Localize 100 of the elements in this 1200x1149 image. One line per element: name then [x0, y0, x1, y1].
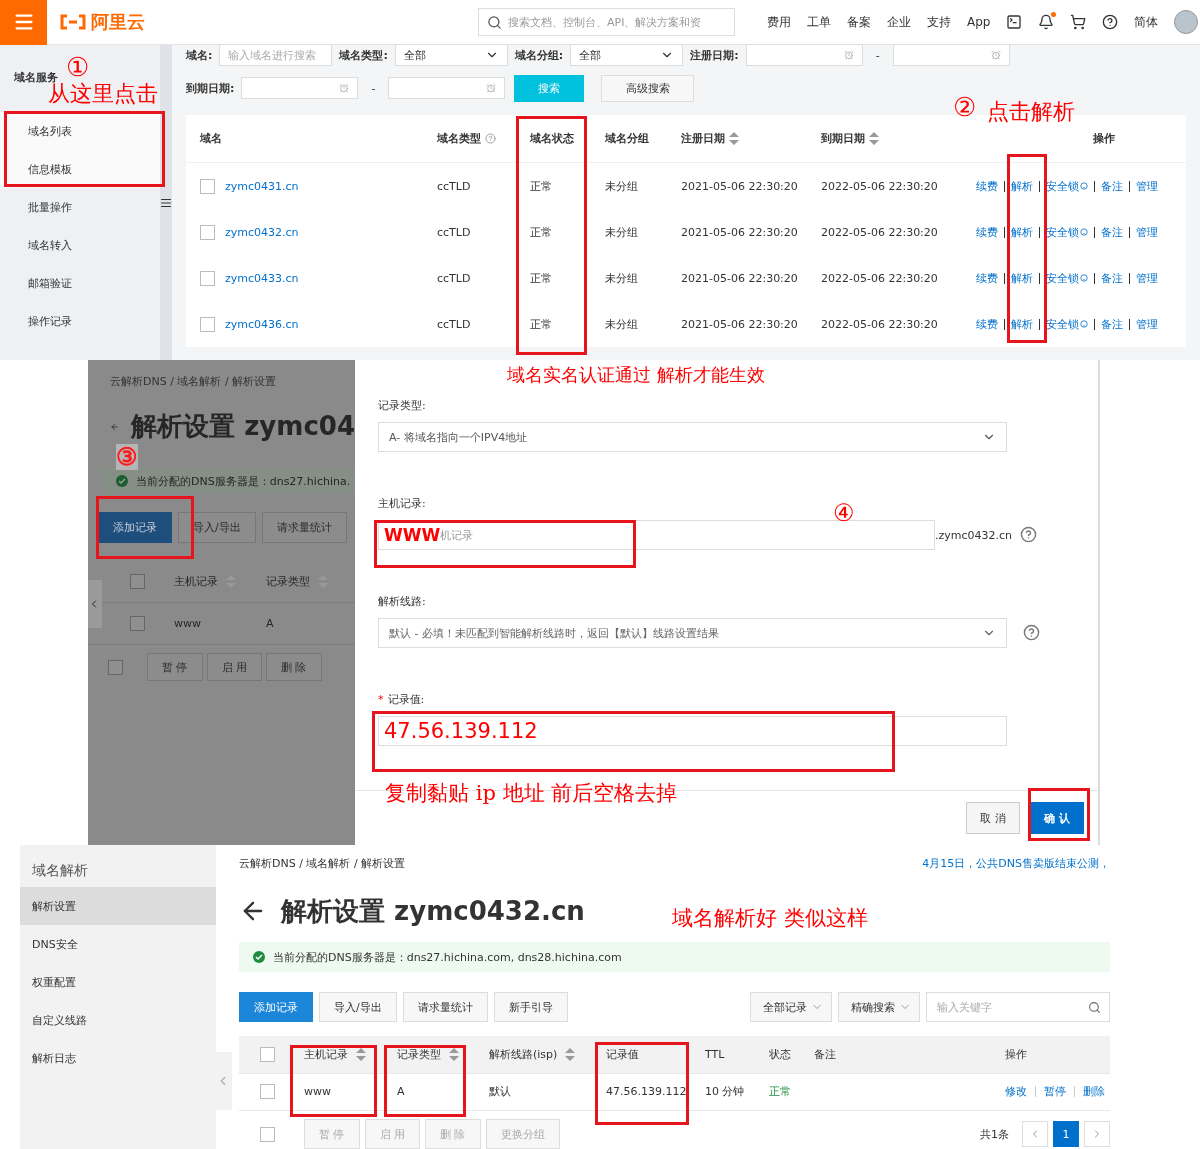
domain-link[interactable]: zymc0433.cn — [225, 271, 437, 285]
menu-button[interactable] — [0, 0, 47, 45]
checkbox[interactable] — [130, 574, 145, 589]
checkbox[interactable] — [200, 224, 215, 240]
line-select[interactable]: 默认 - 必填！未匹配到智能解析线路时，返回【默认】线路设置结果 — [378, 618, 1007, 648]
action-link[interactable]: 管理 — [1129, 272, 1164, 284]
toolbar-button[interactable]: 添加记录 — [239, 992, 313, 1023]
action-link[interactable]: 解析 — [1004, 180, 1039, 192]
bell-icon[interactable] — [1038, 14, 1055, 30]
nav-link[interactable]: 支持 — [927, 13, 951, 31]
table-cell-text: 正常 — [530, 224, 553, 240]
nav-link[interactable]: 备案 — [847, 13, 871, 31]
action-link[interactable]: 解析 — [1004, 318, 1039, 330]
sidebar-item[interactable]: 操作记录 — [0, 302, 160, 340]
action-link[interactable]: 安全锁 — [1039, 226, 1094, 238]
toolbar-button[interactable]: 添加记录 — [98, 512, 172, 543]
avatar[interactable] — [1174, 10, 1199, 34]
action-link[interactable]: 管理 — [1129, 226, 1164, 238]
action-link[interactable]: 备注 — [1094, 226, 1129, 238]
checkbox[interactable] — [260, 1126, 275, 1142]
collapse-handle-icon[interactable] — [160, 196, 172, 209]
sidebar-item[interactable]: 邮箱验证 — [0, 264, 160, 302]
type-select[interactable]: 全部 — [394, 44, 508, 66]
toolbar-button[interactable]: 请求量统计 — [402, 992, 488, 1023]
toolbar-button[interactable]: 请求量统计 — [261, 512, 347, 543]
bulk-button[interactable]: 启 用 — [206, 653, 262, 681]
nav-link[interactable]: 费用 — [767, 13, 791, 31]
record-type-select[interactable]: A- 将域名指向一个IPV4地址 — [378, 422, 1007, 452]
action-link[interactable]: 续费 — [970, 226, 1004, 238]
checkbox[interactable] — [200, 178, 215, 194]
breadcrumb: 云解析DNS / 域名解析 / 解析设置 — [110, 374, 278, 389]
domain-link[interactable]: zymc0431.cn — [225, 179, 437, 193]
toolbar-button[interactable]: 导入/导出 — [319, 992, 397, 1023]
previous-page-icon[interactable] — [1022, 1121, 1048, 1147]
action-link[interactable]: 备注 — [1094, 180, 1129, 192]
action-link[interactable]: 续费 — [970, 180, 1004, 192]
annotation-text: 47.56.139.112 — [384, 719, 538, 743]
language-link[interactable]: 简体 — [1134, 13, 1159, 31]
terminal-icon[interactable] — [1006, 14, 1023, 30]
collapse-handle[interactable] — [88, 580, 102, 628]
breadcrumb: 云解析DNS / 域名解析 / 解析设置 — [239, 856, 406, 872]
date-field[interactable] — [892, 44, 1010, 66]
group-select[interactable]: 全部 — [570, 44, 684, 66]
action-link[interactable]: 安全锁 — [1039, 180, 1094, 192]
action-link[interactable]: 备注 — [1094, 318, 1129, 330]
sidebar-item[interactable]: 批量操作 — [0, 188, 160, 226]
checkbox[interactable] — [260, 1084, 275, 1100]
record-value-field[interactable]: 47.56.139.112 — [378, 716, 1007, 746]
toolbar-button[interactable]: 导入/导出 — [178, 512, 256, 543]
notice-text: 当前分配的DNS服务器是：dns27.hichina.com, dns28.hichina.com — [273, 949, 622, 965]
filter-dropdown[interactable]: 全部记录 — [750, 992, 832, 1023]
next-page-icon[interactable] — [1084, 1121, 1110, 1147]
nav-link[interactable]: 企业 — [887, 13, 911, 31]
action-link[interactable]: 管理 — [1129, 180, 1164, 192]
checkbox[interactable] — [200, 316, 215, 332]
bulk-button[interactable]: 删 除 — [266, 653, 322, 681]
toolbar-button[interactable]: 新手引导 — [493, 992, 568, 1023]
date-field[interactable] — [745, 44, 863, 66]
action-link[interactable]: 备注 — [1094, 272, 1129, 284]
bulk-button[interactable]: 暂 停 — [147, 653, 203, 681]
announcement-link[interactable]: 4月15日，公共DNS售卖版结束公测， — [922, 856, 1110, 872]
action-link[interactable]: 续费 — [970, 272, 1004, 284]
checkbox[interactable] — [200, 270, 215, 286]
date-field[interactable] — [241, 77, 359, 99]
annotation-text: 域名实名认证通过 解析才能生效 — [507, 365, 765, 385]
action-link[interactable]: 删除 — [1074, 1086, 1113, 1098]
cancel-button[interactable]: 取 消 — [966, 802, 1020, 834]
page-button[interactable]: 1 — [1053, 1121, 1079, 1147]
confirm-button[interactable]: 确 认 — [1030, 802, 1084, 834]
action-link[interactable]: 安全锁 — [1039, 318, 1094, 330]
nav-link[interactable]: App — [967, 15, 991, 29]
action-link[interactable]: 解析 — [1004, 226, 1039, 238]
sidebar-item[interactable]: 自定义线路 — [20, 1001, 216, 1039]
sidebar-item[interactable]: DNS安全 — [20, 925, 216, 963]
advanced-search-button[interactable]: 高级搜索 — [601, 74, 695, 102]
collapse-handle[interactable] — [216, 1052, 232, 1110]
domain-link[interactable]: zymc0436.cn — [225, 317, 437, 331]
sidebar-item[interactable]: 权重配置 — [20, 963, 216, 1001]
filter-dropdown[interactable]: 精确搜索 — [838, 992, 920, 1023]
action-link[interactable]: 修改 — [1005, 1086, 1035, 1098]
action-link[interactable]: 解析 — [1004, 272, 1039, 284]
checkbox[interactable] — [130, 616, 145, 631]
sidebar-item[interactable]: 域名列表 — [0, 112, 160, 150]
help-icon[interactable] — [1102, 14, 1119, 30]
cart-icon[interactable] — [1070, 14, 1087, 30]
nav-link[interactable]: 工单 — [807, 13, 831, 31]
action-link[interactable]: 暂停 — [1035, 1086, 1074, 1098]
action-link[interactable]: 管理 — [1129, 318, 1164, 330]
action-link[interactable]: 续费 — [970, 318, 1004, 330]
search-field[interactable]: 搜索文档、控制台、API、解决方案和资 — [478, 8, 735, 36]
checkbox[interactable] — [260, 1047, 275, 1063]
sidebar-item[interactable]: 解析日志 — [20, 1039, 216, 1077]
sidebar-item[interactable]: 域名转入 — [0, 226, 160, 264]
column-header: 域名 — [200, 131, 222, 146]
domain-link[interactable]: zymc0432.cn — [225, 225, 437, 239]
filter-label: 域名类型: — [339, 47, 388, 63]
action-link[interactable]: 安全锁 — [1039, 272, 1094, 284]
sidebar-item[interactable]: 解析设置 — [20, 887, 216, 925]
date-field[interactable] — [388, 77, 506, 99]
checkbox[interactable] — [108, 659, 123, 675]
